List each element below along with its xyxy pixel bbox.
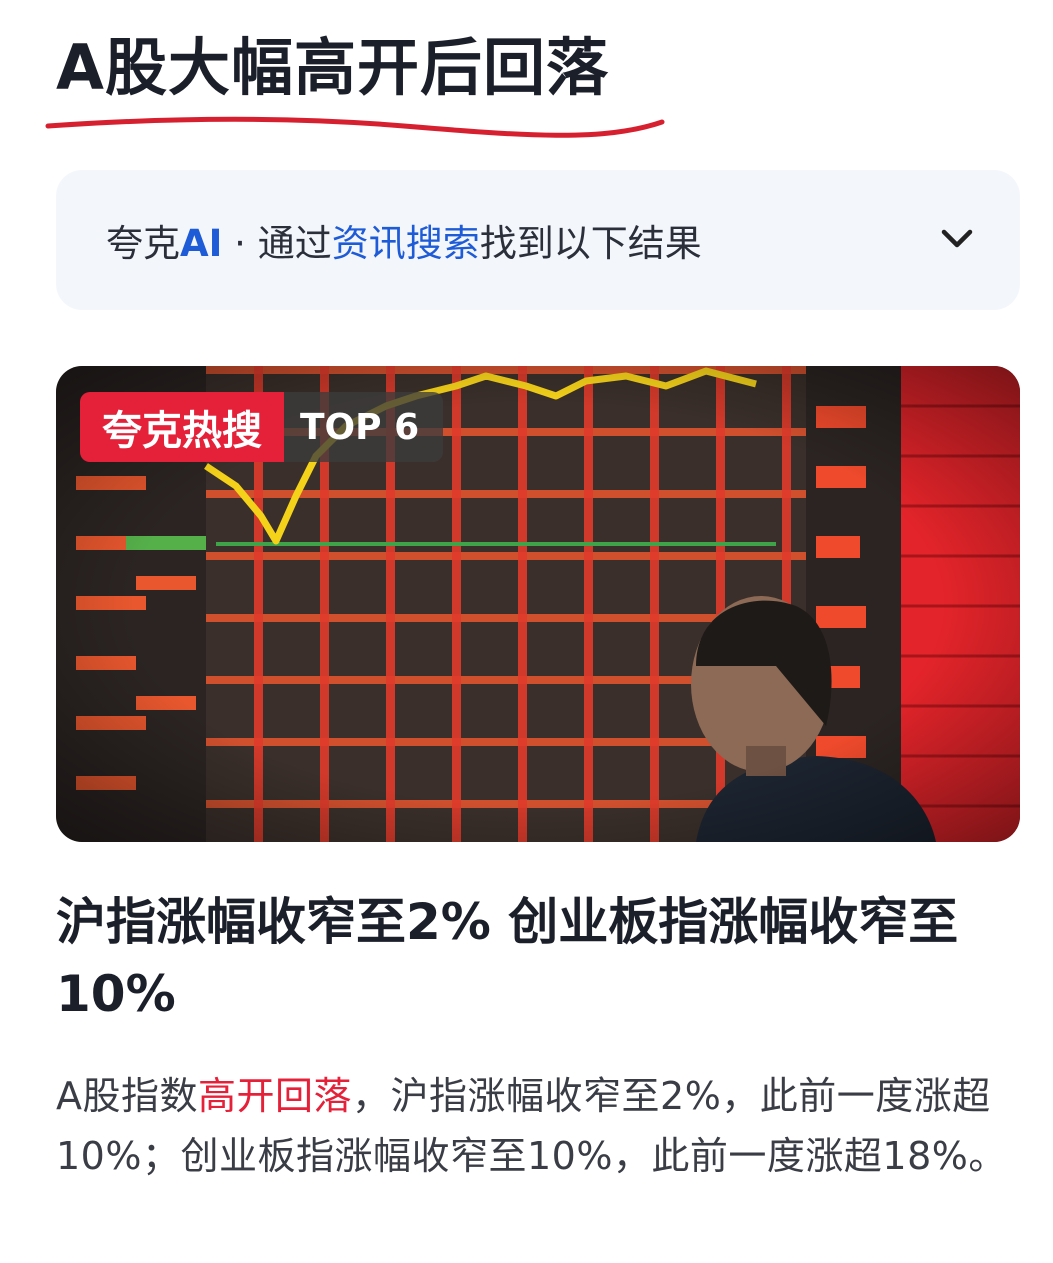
hot-search-label: 夸克热搜 bbox=[80, 392, 284, 462]
ai-summary-text: 夸克AI · 通过资讯搜索找到以下结果 bbox=[106, 213, 702, 267]
summary-prefix: A股指数 bbox=[56, 1074, 198, 1118]
ai-brand-ai: AI bbox=[180, 222, 223, 265]
summary-highlight[interactable]: 高开回落 bbox=[198, 1074, 352, 1118]
page-title: A股大幅高开后回落 bbox=[56, 31, 609, 104]
news-cover-image[interactable]: 夸克热搜 TOP 6 bbox=[56, 366, 1020, 842]
news-title[interactable]: 沪指涨幅收窄至2% 创业板指涨幅收窄至10% bbox=[56, 886, 1016, 1030]
chevron-down-icon[interactable] bbox=[940, 226, 974, 252]
hot-search-rank: TOP 6 bbox=[284, 392, 444, 462]
news-search-link[interactable]: 资讯搜索 bbox=[332, 222, 480, 265]
ai-brand: 夸克 bbox=[106, 222, 180, 265]
ai-separator: · bbox=[222, 222, 258, 265]
ai-suffix: 找到以下结果 bbox=[479, 222, 702, 265]
hot-search-badge: 夸克热搜 TOP 6 bbox=[80, 392, 444, 462]
ai-search-summary-bar[interactable]: 夸克AI · 通过资讯搜索找到以下结果 bbox=[56, 170, 1020, 310]
ai-prefix: 通过 bbox=[257, 222, 332, 265]
news-summary: A股指数高开回落，沪指涨幅收窄至2%，此前一度涨超10%；创业板指涨幅收窄至10… bbox=[56, 1066, 1024, 1186]
title-underline bbox=[45, 116, 665, 138]
